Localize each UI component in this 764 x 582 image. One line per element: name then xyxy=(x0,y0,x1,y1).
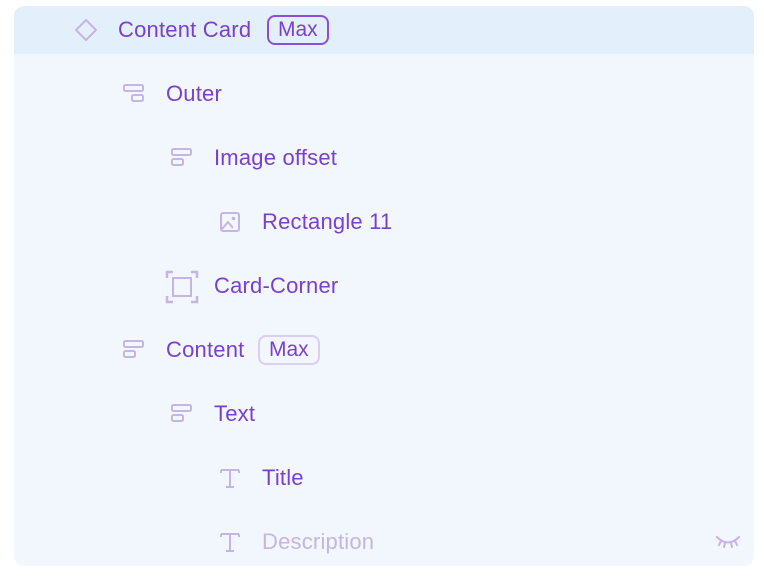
stack-layout-icon xyxy=(170,402,194,426)
layer-label: Text xyxy=(214,401,256,426)
frame-corners-icon xyxy=(165,270,199,304)
layer-row-outer[interactable]: Outer xyxy=(14,70,754,118)
stack-layout-icon xyxy=(170,146,194,170)
layers-panel: Content Card Max Outer Image offset Rect… xyxy=(14,6,754,566)
text-icon xyxy=(218,466,242,490)
layer-label: Image offset xyxy=(214,145,338,170)
stack-layout-icon xyxy=(122,82,146,106)
max-badge: Max xyxy=(267,15,329,45)
layer-row-description[interactable]: Description xyxy=(14,518,754,566)
layer-label: Content Card xyxy=(118,17,252,42)
layer-label: Content xyxy=(166,337,245,362)
layer-row-card-corner[interactable]: Card-Corner xyxy=(14,262,754,310)
layer-row-content-card[interactable]: Content Card Max xyxy=(14,6,754,54)
image-icon xyxy=(218,210,242,234)
max-badge: Max xyxy=(258,335,320,365)
layer-row-title[interactable]: Title xyxy=(14,454,754,502)
eye-closed-icon[interactable] xyxy=(714,532,742,552)
layer-row-image-offset[interactable]: Image offset xyxy=(14,134,754,182)
layer-row-text[interactable]: Text xyxy=(14,390,754,438)
layer-label: Outer xyxy=(166,81,223,106)
layer-label: Card-Corner xyxy=(214,273,339,298)
layer-label: Description xyxy=(262,529,375,554)
layer-label: Title xyxy=(262,465,304,490)
layer-label: Rectangle 11 xyxy=(262,209,393,234)
layer-row-rectangle-11[interactable]: Rectangle 11 xyxy=(14,198,754,246)
layer-row-content[interactable]: Content Max xyxy=(14,326,754,374)
component-diamond-icon xyxy=(74,18,98,42)
text-icon xyxy=(218,530,242,554)
stack-layout-icon xyxy=(122,338,146,362)
